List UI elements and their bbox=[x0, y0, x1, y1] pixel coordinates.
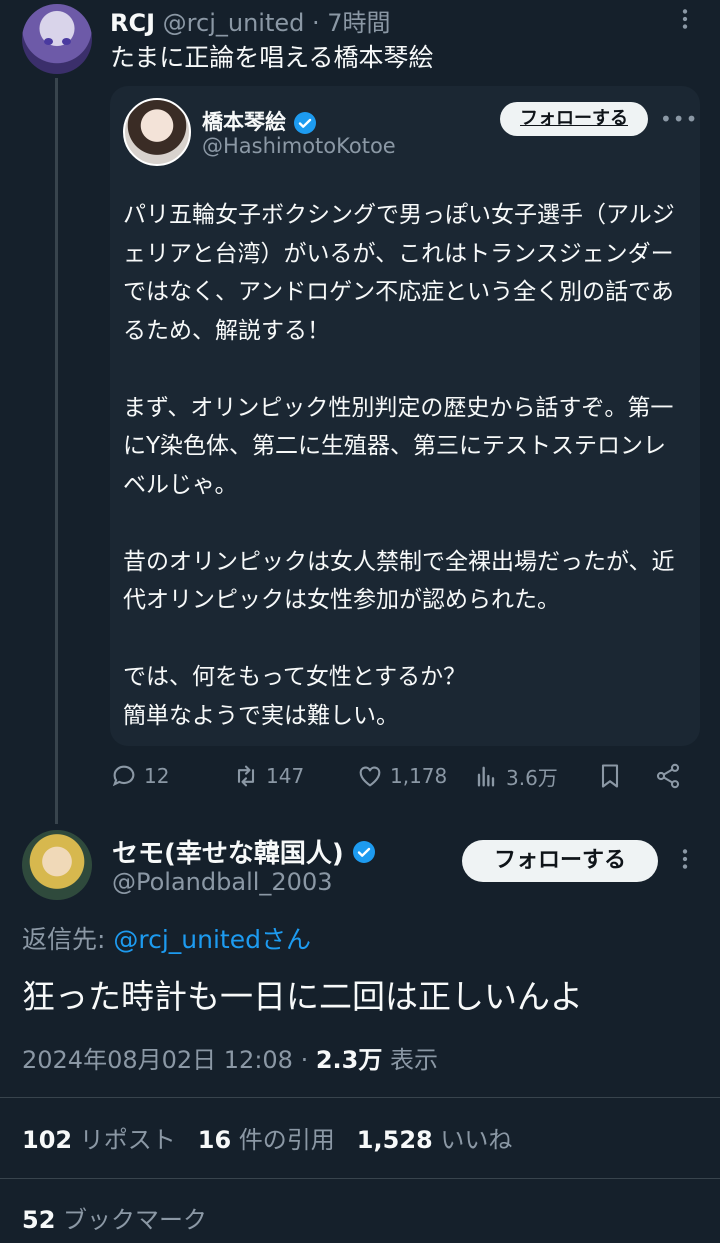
bookmarks-count: 52 bbox=[22, 1206, 56, 1234]
like-count: 1,178 bbox=[390, 764, 448, 788]
quoted-more-icon[interactable]: ••• bbox=[660, 107, 698, 131]
reply-follow-button[interactable]: フォローする bbox=[462, 840, 658, 882]
reply-timestamp[interactable]: 2024年08月02日 12:08 · bbox=[22, 1046, 316, 1074]
share-action[interactable] bbox=[654, 760, 682, 792]
reply-views-label: 表示 bbox=[382, 1046, 438, 1074]
quoted-handle[interactable]: @HashimotoKotoe bbox=[202, 134, 396, 158]
quoted-paragraph: パリ五輪女子ボクシングで男っぽい女子選手（アルジェリアと台湾）がいるが、これはト… bbox=[123, 202, 675, 344]
stat-count: 1,528 bbox=[356, 1126, 433, 1154]
like-action[interactable]: 1,178 bbox=[356, 760, 447, 792]
quoted-paragraph: では、何をもって女性とするか？ 簡単なようで実は難しい。 bbox=[123, 664, 467, 729]
bookmarks-stat[interactable]: 52 ブックマーク bbox=[22, 1200, 207, 1235]
quoted-paragraph: 昔のオリンピックは女人禁制で全裸出場だったが、近代オリンピックは女性参加が認めら… bbox=[123, 548, 675, 614]
retweet-action[interactable]: 147 bbox=[232, 760, 304, 792]
tweet-handle[interactable]: @rcj_united bbox=[163, 9, 305, 37]
views-action[interactable]: 3.6万 bbox=[472, 760, 558, 792]
avatar-eye bbox=[62, 38, 71, 45]
tweet-header: RCJ @rcj_united · 7時間 bbox=[110, 3, 391, 38]
reply-to-handle[interactable]: @rcj_unitedさん bbox=[113, 925, 311, 954]
divider bbox=[0, 1097, 720, 1098]
engagement-stats: 102 リポスト 16 件の引用 1,528 いいね bbox=[22, 1120, 512, 1155]
retweet-icon bbox=[237, 765, 255, 787]
views-chart-icon bbox=[477, 766, 495, 787]
reply-avatar[interactable] bbox=[22, 830, 92, 900]
reply-text: 狂った時計も一日に二回は正しいんよ bbox=[22, 977, 583, 1016]
retweets-stat[interactable]: 102 リポスト bbox=[22, 1120, 176, 1155]
stat-count: 102 bbox=[22, 1126, 73, 1154]
tweet-text: たまに正論を唱える橋本琴絵 bbox=[110, 43, 434, 72]
divider bbox=[0, 1178, 720, 1179]
share-icon bbox=[656, 763, 680, 789]
reply-display-name[interactable]: セモ(幸せな韓国人) bbox=[112, 833, 376, 870]
reply-action[interactable]: 12 bbox=[110, 760, 169, 792]
reply-handle[interactable]: @Polandball_2003 bbox=[112, 868, 332, 896]
reply-count: 12 bbox=[144, 764, 170, 788]
avatar-eye bbox=[44, 38, 53, 45]
reply-meta: 2024年08月02日 12:08 · 2.3万 表示 bbox=[22, 1040, 438, 1075]
heart-icon bbox=[359, 766, 381, 787]
bookmark-icon bbox=[601, 764, 619, 788]
reply-to-line: 返信先: @rcj_unitedさん bbox=[22, 920, 311, 956]
retweet-count: 147 bbox=[266, 764, 305, 788]
rcj-avatar[interactable] bbox=[22, 4, 92, 74]
reply-name-text: セモ(幸せな韓国人) bbox=[112, 839, 344, 869]
more-options-icon[interactable] bbox=[672, 6, 698, 32]
tweet-display-name[interactable]: RCJ bbox=[110, 9, 155, 37]
verified-badge-icon bbox=[352, 840, 375, 863]
quoted-display-name[interactable]: 橋本琴絵 bbox=[202, 106, 317, 136]
reply-to-prefix: 返信先: bbox=[22, 925, 114, 954]
stat-label: リポスト bbox=[72, 1126, 176, 1154]
stat-label: 件の引用 bbox=[231, 1126, 335, 1154]
quoted-avatar[interactable] bbox=[123, 98, 191, 166]
bookmark-action[interactable] bbox=[596, 760, 624, 792]
verified-badge-icon bbox=[294, 112, 317, 134]
quoted-paragraph: まず、オリンピック性別判定の歴史から話すぞ。第一にY染色体、第二に生殖器、第三に… bbox=[123, 394, 674, 498]
quoted-body: パリ五輪女子ボクシングで男っぽい女子選手（アルジェリアと台湾）がいるが、これはト… bbox=[123, 196, 683, 774]
reply-views-count: 2.3万 bbox=[315, 1046, 383, 1074]
more-options-icon[interactable] bbox=[672, 846, 698, 872]
bookmarks-label: ブックマーク bbox=[55, 1206, 208, 1234]
stat-label: いいね bbox=[432, 1126, 513, 1154]
likes-stat[interactable]: 1,528 いいね bbox=[357, 1120, 513, 1155]
thread-line bbox=[55, 78, 58, 824]
stat-count: 16 bbox=[197, 1126, 232, 1154]
tweet-time[interactable]: · 7時間 bbox=[312, 9, 391, 37]
views-count: 3.6万 bbox=[506, 765, 558, 790]
quotes-stat[interactable]: 16 件の引用 bbox=[198, 1120, 335, 1155]
quoted-name-text: 橋本琴絵 bbox=[202, 110, 286, 134]
reply-icon bbox=[112, 765, 135, 787]
quoted-follow-button[interactable]: フォローする bbox=[500, 102, 648, 136]
